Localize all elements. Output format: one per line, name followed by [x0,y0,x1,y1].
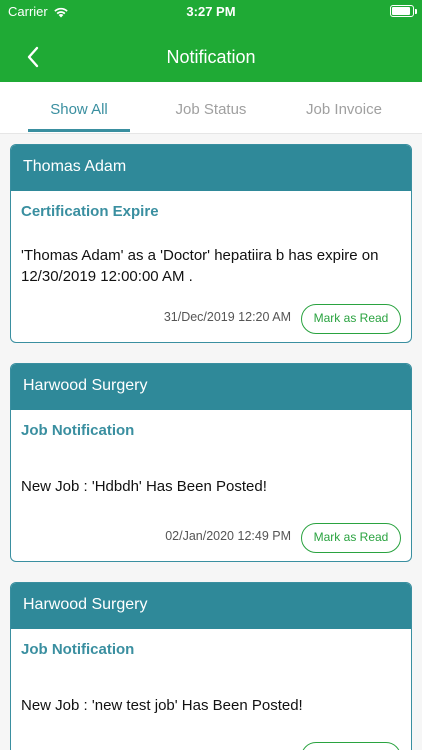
tab-job-status[interactable]: Job Status [140,82,282,134]
card-subtitle: Certification Expire [21,203,159,220]
card-message: New Job : 'Hdbdh' Has Been Posted! [21,478,267,495]
card-date: 02/Jan/2020 12:49 PM [165,529,291,543]
card-header: Harwood Surgery [11,364,411,410]
status-time: 3:27 PM [186,4,236,19]
card-message: 'Thomas Adam' as a 'Doctor' hepatiira b … [21,247,379,285]
tab-bar: Show All Job Status Job Invoice [0,82,422,134]
mark-as-read-button[interactable]: Mark as Read [301,523,401,553]
page-title: Notification [166,47,256,67]
notification-card: Harwood Surgery Job Notification New Job… [10,363,412,562]
notification-list[interactable]: Thomas Adam Certification Expire 'Thomas… [0,134,422,750]
status-bar: Carrier 3:27 PM [0,0,422,22]
notification-card: Thomas Adam Certification Expire 'Thomas… [10,144,412,343]
card-date: 31/Dec/2019 12:20 AM [163,310,291,324]
card-message: New Job : 'new test job' Has Been Posted… [21,697,303,714]
card-subtitle: Job Notification [21,641,135,658]
battery-icon [390,5,417,17]
card-header: Thomas Adam [11,145,411,191]
card-header: Harwood Surgery [11,583,411,629]
top-bar: Carrier 3:27 PM Notification [0,0,422,82]
mark-as-read-button[interactable]: Mark as Read [301,742,401,750]
active-tab-indicator [28,129,130,132]
notification-card: Harwood Surgery Job Notification New Job… [10,582,412,750]
card-subtitle: Job Notification [21,422,135,439]
mark-as-read-button[interactable]: Mark as Read [301,304,401,334]
tab-job-invoice[interactable]: Job Invoice [272,82,416,134]
tab-show-all[interactable]: Show All [0,82,158,134]
